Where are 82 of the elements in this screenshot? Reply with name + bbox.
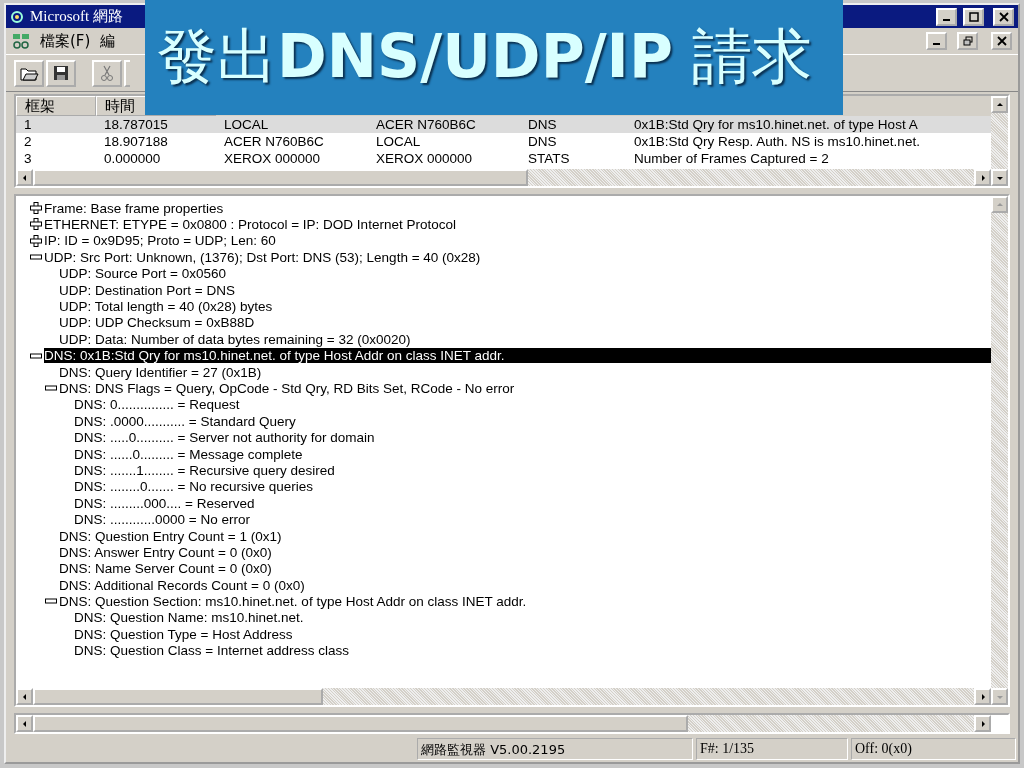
tree-item[interactable]: DNS: ......0......... = Message complete: [74, 446, 305, 462]
restore-button[interactable]: [957, 32, 978, 50]
tree-item[interactable]: DNS: Question Class = Internet address class: [74, 643, 351, 659]
tree-item[interactable]: DNS: Name Server Count = 0 (0x0): [59, 561, 274, 577]
tree-item[interactable]: UDP: Source Port = 0x0560: [59, 266, 228, 282]
plus-icon[interactable]: [30, 234, 42, 247]
status-text: Off: 0(x0): [851, 738, 1016, 760]
table-cell-text: 0x1B:Std Qry for ms10.hinet.net. of type Host A: [633, 117, 919, 132]
tree-item[interactable]: ETHERNET: ETYPE = 0x0800 : Protocol = IP: DOD Internet Protocol: [44, 217, 458, 233]
minimize-icon: [933, 43, 940, 45]
tree-item[interactable]: UDP: Total length = 40 (0x28) bytes: [59, 299, 275, 315]
minimize-button[interactable]: [926, 32, 947, 50]
frame-row[interactable]: 2 18.907188 ACER N760B6C LOCAL DNS 0x1B:Std Qry Resp. Auth. NS is ms10.hinet.net.: [16, 133, 991, 150]
horizontal-scrollbar[interactable]: [16, 169, 991, 186]
cut-button[interactable]: [92, 59, 122, 87]
table-cell-text: DNS: [527, 117, 558, 132]
close-button[interactable]: [991, 32, 1012, 50]
table-cell-text: 2: [23, 134, 33, 149]
tree-item[interactable]: DNS: .......1........ = Recursive query desired: [74, 462, 337, 478]
save-button[interactable]: [46, 59, 76, 87]
plus-icon[interactable]: [30, 202, 42, 214]
tree-item[interactable]: DNS: .0000........... = Standard Query: [74, 413, 298, 429]
table-cell-text: 1: [23, 117, 33, 132]
table-cell-text: 18.787015: [103, 117, 169, 132]
tree-item[interactable]: DNS: ............0000 = No error: [74, 512, 252, 528]
table-cell-text: LOCAL: [223, 117, 270, 132]
tree-item[interactable]: DNS: Question Entry Count = 1 (0x1): [59, 528, 284, 544]
up-arrow-icon: [995, 200, 1004, 209]
close-button[interactable]: [993, 7, 1014, 26]
menu-item[interactable]: 編: [100, 31, 116, 51]
menu-item[interactable]: 檔案(F): [40, 31, 91, 51]
status-text: F#: 1/135: [696, 738, 848, 760]
horizontal-scrollbar[interactable]: [16, 688, 991, 705]
tree-item[interactable]: DNS: DNS Flags = Query, OpCode - Std Qry, RD Bits Set, RCode - No error: [59, 381, 517, 396]
table-cell-text: 0x1B:Std Qry Resp. Auth. NS is ms10.hinet.net.: [633, 134, 921, 149]
tree-item[interactable]: DNS: Answer Entry Count = 0 (0x0): [59, 544, 274, 560]
tree-item[interactable]: DNS: .........000.... = Reserved: [74, 495, 257, 511]
tree-item[interactable]: DNS: 0............... = Request: [74, 397, 242, 413]
tree-item[interactable]: DNS: Question Name: ms10.hinet.net.: [74, 610, 306, 626]
table-cell-text: 18.907188: [103, 134, 169, 149]
table-cell-text: ACER N760B6C: [375, 117, 477, 132]
frame-row[interactable]: 1 18.787015 LOCAL ACER N760B6C DNS 0x1B:Std Qry for ms10.hinet.net. of type Host A: [16, 116, 991, 133]
horizontal-scrollbar[interactable]: [16, 715, 991, 732]
maximize-icon: [968, 11, 979, 22]
tree-item[interactable]: DNS: Question Type = Host Address: [74, 626, 295, 642]
tree-item[interactable]: DNS: .....0.......... = Server not authority for domain: [74, 430, 377, 446]
up-arrow-icon: [995, 100, 1004, 109]
open-button[interactable]: [14, 59, 44, 87]
status-text: 網路監視器 V5.00.2195: [417, 738, 693, 760]
minimize-icon: [943, 18, 950, 21]
close-icon: [996, 36, 1007, 46]
table-cell-text: ACER N760B6C: [223, 134, 325, 149]
close-icon: [998, 11, 1009, 22]
plus-icon[interactable]: [30, 218, 42, 231]
window-title: Microsoft 網路: [30, 7, 123, 26]
table-cell-text: XEROX 000000: [375, 151, 474, 166]
table-cell-text: Number of Frames Captured = 2: [633, 151, 830, 166]
vertical-scrollbar[interactable]: [991, 96, 1008, 186]
tree-item[interactable]: UDP: Data: Number of data bytes remaining = 32 (0x0020): [59, 331, 413, 347]
table-cell-text: LOCAL: [375, 134, 422, 149]
vertical-scrollbar[interactable]: [991, 196, 1008, 705]
table-cell-text: XEROX 000000: [223, 151, 322, 166]
slide-title: 發出DNS/UDP/IP 請求: [157, 20, 812, 93]
tree-item[interactable]: UDP: UDP Checksum = 0xB88D: [59, 315, 257, 331]
tree-item[interactable]: DNS: 0x1B:Std Qry for ms10.hinet.net. of type Host Addr on class INET addr.: [44, 348, 991, 364]
table-cell-text: 0.000000: [103, 151, 162, 166]
tree-item[interactable]: DNS: Additional Records Count = 0 (0x0): [59, 577, 307, 593]
frame-row[interactable]: 3 0.000000 XEROX 000000 XEROX 000000 STATS Number of Frames Captured = 2: [16, 150, 991, 167]
tree-item[interactable]: UDP: Destination Port = DNS: [59, 282, 237, 298]
table-cell-text: DNS: [527, 134, 558, 149]
table-cell-text: STATS: [527, 151, 571, 166]
table-cell-text: 3: [23, 151, 33, 166]
tree-item[interactable]: DNS: Query Identifier = 27 (0x1B): [59, 364, 264, 380]
tree-item[interactable]: DNS: ........0....... = No recursive queries: [74, 479, 315, 495]
maximize-button[interactable]: [963, 7, 984, 26]
minimize-button[interactable]: [936, 7, 957, 26]
tree-item[interactable]: DNS: Question Section: ms10.hinet.net. of type Host Addr on class INET addr.: [59, 594, 529, 610]
tree-item[interactable]: IP: ID = 0x9D95; Proto = UDP; Len: 60: [44, 233, 278, 249]
tree-item[interactable]: UDP: Src Port: Unknown, (1376); Dst Port: DNS (53); Length = 40 (0x28): [44, 249, 483, 265]
app-icon: [10, 9, 24, 24]
tree-item[interactable]: Frame: Base frame properties: [44, 200, 226, 216]
restore-icon: [962, 36, 973, 46]
